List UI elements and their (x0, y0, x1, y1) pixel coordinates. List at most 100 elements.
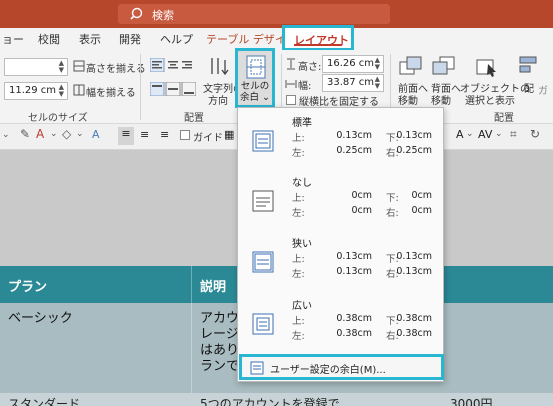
highlight-icon[interactable]: ◇ (62, 127, 71, 141)
custom-margins-label: ユーザー設定の余白(M)... (270, 365, 386, 376)
margin-option-narrow[interactable]: 狭い 上: 0.13cm 下: 0.13cm 左: 0.13cm 右: 0.13… (238, 235, 443, 295)
table-width-input[interactable]: 33.87 cm ▲ ▼ (322, 74, 384, 92)
margin-narrow-icon (252, 251, 274, 273)
selection-pane-label-2[interactable]: 選択と表示 (465, 92, 515, 107)
margin-right-value: 0cm (411, 205, 432, 216)
align-right-icon[interactable]: ≡ (160, 128, 169, 141)
spin-arrows-icon[interactable]: ▲ ▼ (375, 76, 380, 90)
table-width-icon (285, 80, 297, 88)
option-name: なし (292, 178, 312, 189)
crop-icon[interactable]: ⌗ (510, 127, 517, 142)
tab-slideshow[interactable]: ョー (2, 31, 24, 47)
dropdown-chevron-icon[interactable]: ⌄ (50, 129, 58, 139)
ribbon-tabs: ョー 校閲 表示 開発 ヘルプ テーブル デザイン (0, 28, 553, 50)
margin-bottom-value: 0.13cm (396, 130, 432, 141)
margin-option-wide[interactable]: 広い 上: 0.38cm 下: 0.38cm 左: 0.38cm 右: 0.38… (238, 297, 443, 357)
spin-arrows-icon[interactable]: ▲ ▼ (375, 57, 380, 71)
cell-height-input[interactable]: ▲ ▼ (4, 58, 68, 76)
margin-left-value: 0.25cm (336, 145, 372, 156)
group-objects-label[interactable]: ガ (538, 82, 548, 97)
table-header-plan[interactable]: プラン (0, 266, 192, 303)
margin-option-none[interactable]: なし 上: 0cm 下: 0cm 左: 0cm 右: 0cm (238, 174, 443, 234)
title-bar: 検索 (0, 0, 553, 28)
guides-checkbox[interactable] (180, 130, 190, 140)
bring-forward-label-2[interactable]: 移動 (398, 92, 418, 107)
margin-right-value: 0.38cm (396, 328, 432, 339)
table-height-icon (287, 58, 295, 70)
margin-top-value: 0cm (351, 190, 372, 201)
margin-right-value: 0.13cm (396, 266, 432, 277)
send-backward-label-2[interactable]: 移動 (431, 92, 451, 107)
align-center-icon[interactable]: ≡ (140, 128, 149, 141)
table-width-label: 幅: (298, 81, 312, 92)
alignment-group-label: 配置 (184, 113, 204, 124)
tab-layout[interactable]: レイアウト (282, 25, 354, 51)
margin-option-normal[interactable]: 標準 上: 0.13cm 下: 0.13cm 左: 0.25cm 右: 0.25… (238, 114, 443, 174)
spin-arrows-icon[interactable]: ▲ ▼ (59, 60, 64, 74)
text-direction-label-2[interactable]: 方向 (208, 92, 228, 107)
margin-right-value: 0.25cm (396, 145, 432, 156)
guides-label[interactable]: ガイド (193, 129, 223, 144)
tab-review[interactable]: 校閲 (38, 31, 60, 47)
selection-pane-icon (476, 59, 496, 77)
lock-aspect-checkbox[interactable] (286, 95, 296, 105)
align-objects-icon (519, 56, 537, 73)
option-name: 狭い (292, 239, 312, 250)
font-color-icon[interactable]: A (36, 127, 44, 141)
cell-margins-label: セルの 余白 ⌄ (240, 81, 270, 103)
distribute-rows-button[interactable]: 高さを揃える (86, 60, 146, 75)
margin-bottom-value: 0.13cm (396, 251, 432, 262)
char-spacing-icon[interactable]: AV (478, 128, 492, 141)
tab-help[interactable]: ヘルプ (160, 31, 193, 47)
margin-none-icon (252, 190, 274, 212)
pen-icon[interactable]: ✎ (20, 127, 30, 141)
align-left-icon[interactable]: ≡ (118, 127, 134, 145)
table-cell-description-next[interactable]: 5つのアカウントを登録で (192, 393, 442, 406)
margin-bottom-value: 0.38cm (396, 313, 432, 324)
dropdown-chevron-icon[interactable]: ⌄ (495, 129, 503, 139)
align-text-vertical-icons[interactable] (150, 82, 196, 96)
margin-top-value: 0.13cm (336, 251, 372, 262)
cell-margins-icon (246, 55, 266, 79)
margin-left-value: 0.38cm (336, 328, 372, 339)
dropdown-chevron-icon[interactable]: ⌄ (76, 129, 84, 139)
align-objects-label-1[interactable]: 配 (524, 80, 534, 95)
distribute-columns-icon (73, 84, 85, 96)
table-height-input[interactable]: 16.26 cm ▲ ▼ (322, 55, 384, 73)
spin-arrows-icon[interactable]: ▲ ▼ (59, 84, 64, 98)
margin-normal-icon (252, 130, 274, 152)
search-box[interactable]: 検索 (118, 4, 390, 24)
margin-top-value: 0.38cm (336, 313, 372, 324)
option-name: 標準 (292, 118, 312, 129)
text-box-icon[interactable]: A (92, 128, 100, 141)
rotate-icon[interactable]: ↻ (530, 127, 540, 141)
margin-left-value: 0cm (351, 205, 372, 216)
table-cell-plan[interactable]: ベーシック (0, 303, 192, 393)
tab-developer[interactable]: 開発 (119, 31, 141, 47)
option-name: 広い (292, 301, 312, 312)
cell-margins-dropdown: 標準 上: 0.13cm 下: 0.13cm 左: 0.25cm 右: 0.25… (237, 107, 444, 382)
margin-bottom-value: 0cm (411, 190, 432, 201)
cell-margins-button[interactable]: セルの 余白 ⌄ (235, 48, 275, 108)
cell-width-input[interactable]: 11.29 cm ▲ ▼ (4, 82, 68, 100)
font-size-down-icon[interactable]: A (456, 128, 464, 141)
arrange-group-label: 配置 (494, 113, 514, 124)
search-icon (130, 7, 143, 20)
custom-margins-menu-item[interactable]: ユーザー設定の余白(M)... (239, 354, 444, 380)
dropdown-chevron-icon[interactable]: ⌄ (466, 129, 474, 139)
search-text: 検索 (152, 9, 174, 22)
send-backward-icon (432, 56, 455, 75)
table-cell-price-next[interactable]: 3000円 (442, 393, 553, 406)
table-height-label: 高さ: (298, 62, 322, 73)
lock-aspect-label[interactable]: 縦横比を固定する (299, 93, 379, 108)
margin-left-value: 0.13cm (336, 266, 372, 277)
tab-view[interactable]: 表示 (79, 31, 101, 47)
distribute-columns-button[interactable]: 幅を揃える (86, 84, 136, 99)
margin-top-value: 0.13cm (336, 130, 372, 141)
distribute-rows-icon (73, 60, 85, 72)
align-text-top-icons[interactable] (150, 58, 196, 72)
cell-size-group-label: セルのサイズ (28, 113, 88, 124)
grid-icon[interactable]: ▦ (224, 128, 234, 141)
table-cell-plan-next[interactable]: スタンダード (0, 393, 192, 406)
dropdown-chevron-icon[interactable]: ⌄ (2, 130, 10, 140)
